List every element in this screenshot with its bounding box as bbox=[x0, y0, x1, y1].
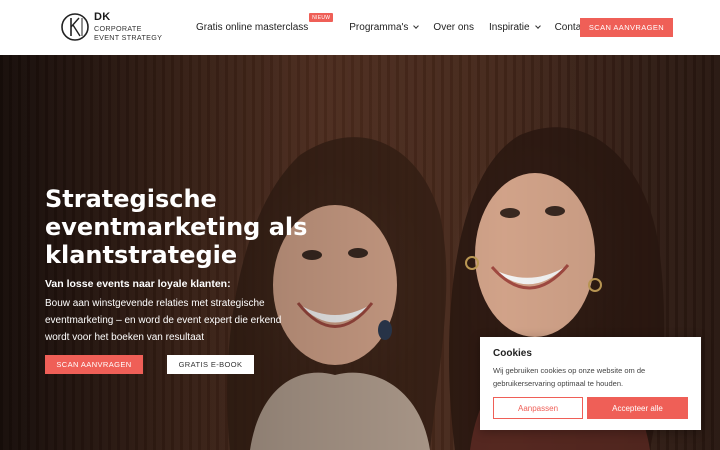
site-header: DK CORPORATE EVENT STRATEGY Gratis onlin… bbox=[0, 0, 720, 55]
hero-ebook-button[interactable]: GRATIS E-BOOK bbox=[167, 355, 254, 374]
nav-item-inspiratie[interactable]: Inspiratie bbox=[489, 22, 541, 33]
nav-item-label: Inspiratie bbox=[489, 22, 530, 33]
main-nav: Gratis online masterclass NIEUW Programm… bbox=[196, 0, 589, 55]
cookie-text: Wij gebruiken cookies op onze website om… bbox=[493, 366, 646, 388]
nav-item-programmas[interactable]: Programma's bbox=[349, 22, 420, 33]
logo-mark-icon bbox=[61, 13, 89, 41]
logo-initials: DK bbox=[94, 11, 111, 24]
nav-item-label: Gratis online masterclass bbox=[196, 22, 309, 33]
logo[interactable]: DK CORPORATE EVENT STRATEGY bbox=[60, 12, 162, 42]
nav-item-label: Over ons bbox=[433, 22, 474, 33]
cookie-customize-button[interactable]: Aanpassen bbox=[493, 397, 583, 419]
hero-scan-button[interactable]: SCAN AANVRAGEN bbox=[45, 355, 143, 374]
new-badge: NIEUW bbox=[309, 13, 334, 22]
hero-title: Strategische eventmarketing als klantstr… bbox=[45, 185, 308, 269]
hero-subtitle-bold: Van losse events naar loyale klanten: bbox=[45, 278, 231, 290]
header-scan-button[interactable]: SCAN AANVRAGEN bbox=[580, 18, 673, 37]
cookie-title: Cookies bbox=[493, 348, 532, 359]
cookie-banner: Cookies Wij gebruiken cookies op onze we… bbox=[480, 337, 701, 430]
nav-item-masterclass[interactable]: Gratis online masterclass NIEUW bbox=[196, 13, 334, 33]
nav-item-over-ons[interactable]: Over ons bbox=[433, 22, 474, 33]
logo-line2: EVENT STRATEGY bbox=[94, 32, 163, 42]
nav-item-label: Programma's bbox=[349, 22, 409, 33]
chevron-down-icon bbox=[534, 23, 541, 29]
chevron-down-icon bbox=[413, 23, 420, 29]
hero-subtitle: Bouw aan winstgevende relaties met strat… bbox=[45, 298, 282, 343]
cookie-accept-button[interactable]: Accepteer alle bbox=[587, 397, 688, 419]
